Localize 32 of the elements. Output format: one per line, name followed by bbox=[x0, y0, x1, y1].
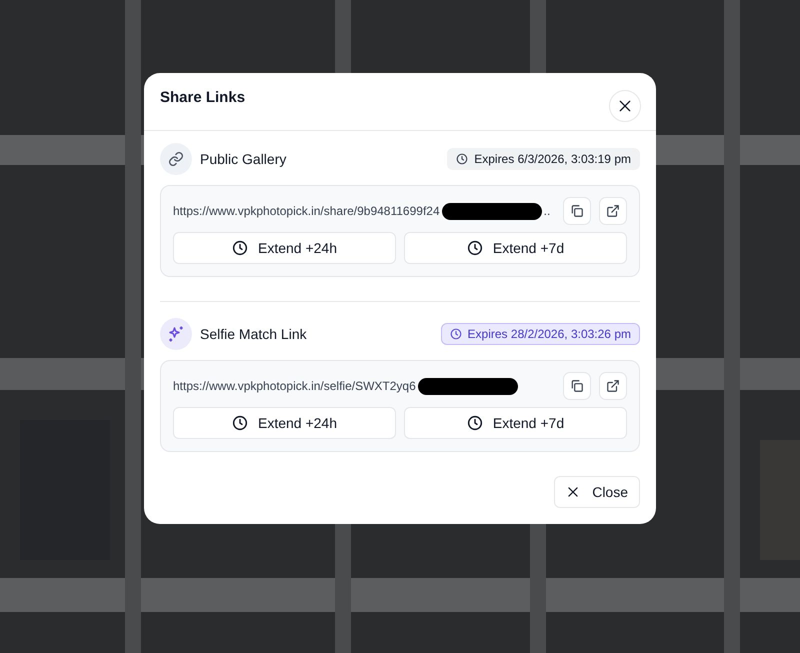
close-icon bbox=[617, 98, 633, 114]
close-button[interactable]: Close bbox=[554, 476, 640, 508]
external-link-icon bbox=[606, 204, 620, 218]
extend-button[interactable]: Extend +7d bbox=[404, 232, 627, 264]
link-url: https://www.vpkphotopick.in/selfie/SWXT2yq6 bbox=[173, 379, 416, 393]
open-link-button[interactable] bbox=[599, 197, 627, 225]
clock-icon bbox=[232, 415, 248, 431]
sparkle-icon bbox=[167, 325, 185, 343]
copy-icon bbox=[570, 204, 584, 218]
open-link-button[interactable] bbox=[599, 372, 627, 400]
clock-icon bbox=[466, 240, 483, 256]
copy-button[interactable] bbox=[563, 197, 591, 225]
clock-icon bbox=[232, 240, 248, 256]
copy-icon bbox=[570, 379, 584, 393]
link-title: Selfie Match Link bbox=[200, 326, 308, 342]
clock-icon bbox=[456, 153, 468, 165]
extend-button[interactable]: Extend +24h bbox=[173, 232, 396, 264]
close-icon bbox=[566, 485, 580, 499]
dialog-title: Share Links bbox=[160, 89, 246, 106]
extend-button[interactable]: Extend +7d bbox=[404, 407, 627, 439]
expiry-badge: Expires 28/2/2026, 3:03:26 pm bbox=[440, 323, 640, 345]
clock-icon bbox=[466, 415, 483, 431]
link-icon bbox=[168, 151, 184, 167]
expiry-badge: Expires 6/3/2026, 3:03:19 pm bbox=[447, 148, 640, 170]
clock-icon bbox=[450, 328, 462, 340]
close-icon-button[interactable] bbox=[609, 90, 641, 122]
link-title: Public Gallery bbox=[200, 151, 288, 167]
copy-button[interactable] bbox=[563, 372, 591, 400]
extend-button[interactable]: Extend +24h bbox=[173, 407, 396, 439]
external-link-icon bbox=[606, 379, 620, 393]
ellipsis-text: .. bbox=[544, 204, 550, 218]
link-url: https://www.vpkphotopick.in/share/9b94811699f24 bbox=[173, 204, 440, 218]
